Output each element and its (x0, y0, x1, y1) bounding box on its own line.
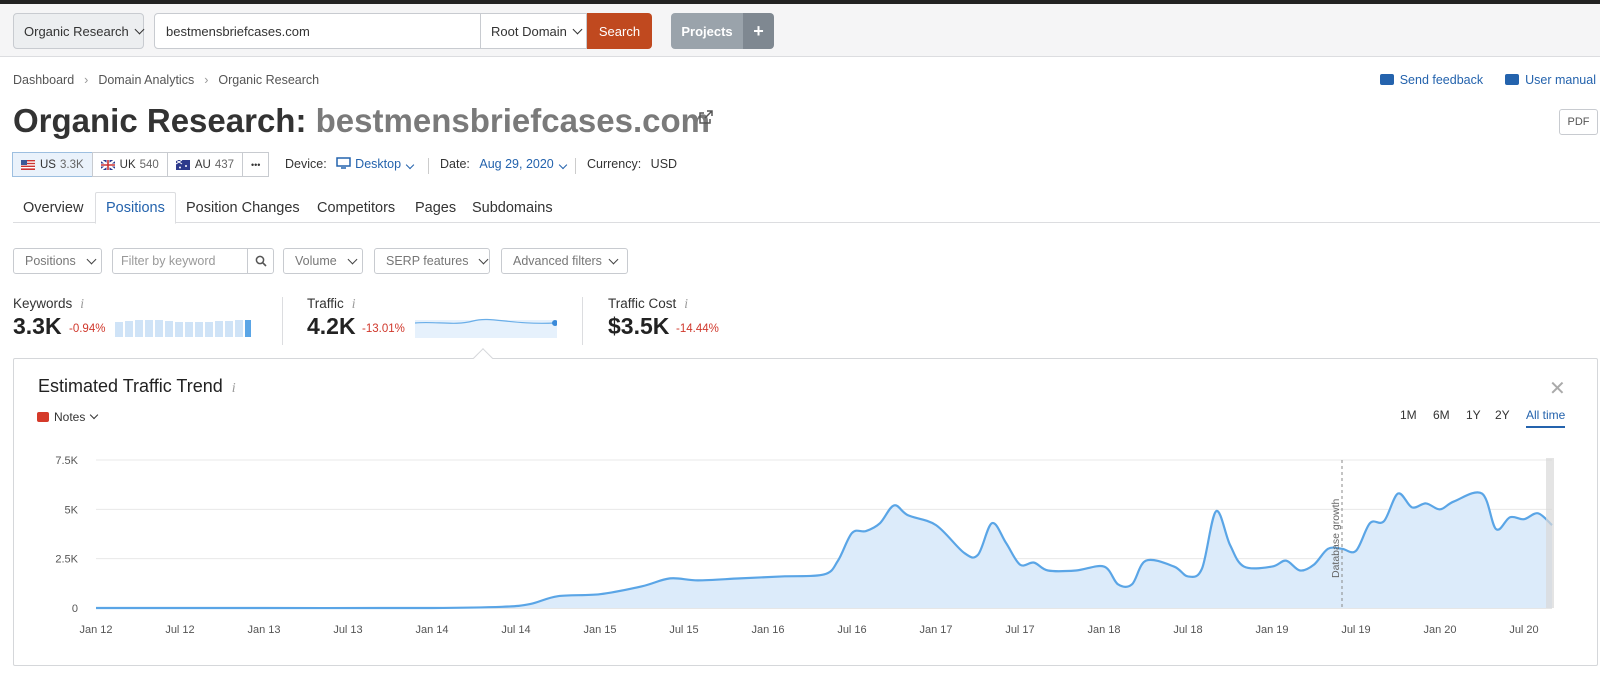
x-tick-label: Jan 20 (1423, 624, 1456, 636)
traffic-trend-chart: 0 2.5K 5K 7.5K Jan 12 Jul 12 Jan 13 Jul 13 Jan 1… (55, 455, 1554, 636)
x-tick-label: Jan 18 (1087, 624, 1120, 636)
y-tick-label: 7.5K (55, 455, 78, 467)
y-tick-label: 5K (65, 504, 79, 516)
x-tick-label: Jan 15 (583, 624, 616, 636)
x-tick-label: Jul 20 (1509, 624, 1538, 636)
x-tick-label: Jul 12 (165, 624, 194, 636)
x-tick-label: Jul 19 (1341, 624, 1370, 636)
x-tick-label: Jul 18 (1173, 624, 1202, 636)
x-tick-label: Jan 19 (1255, 624, 1288, 636)
x-tick-label: Jan 17 (919, 624, 952, 636)
x-tick-label: Jan 16 (751, 624, 784, 636)
x-tick-label: Jul 16 (837, 624, 866, 636)
database-growth-label: Database growth (1330, 498, 1342, 578)
x-tick-label: Jan 14 (415, 624, 448, 636)
x-tick-label: Jul 15 (669, 624, 698, 636)
x-tick-label: Jul 13 (333, 624, 362, 636)
x-tick-label: Jan 12 (79, 624, 112, 636)
x-tick-label: Jan 13 (247, 624, 280, 636)
x-tick-label: Jul 14 (501, 624, 530, 636)
current-period-marker (1546, 458, 1554, 608)
x-tick-label: Jul 17 (1005, 624, 1034, 636)
y-tick-label: 2.5K (55, 554, 78, 566)
y-tick-label: 0 (72, 603, 78, 615)
